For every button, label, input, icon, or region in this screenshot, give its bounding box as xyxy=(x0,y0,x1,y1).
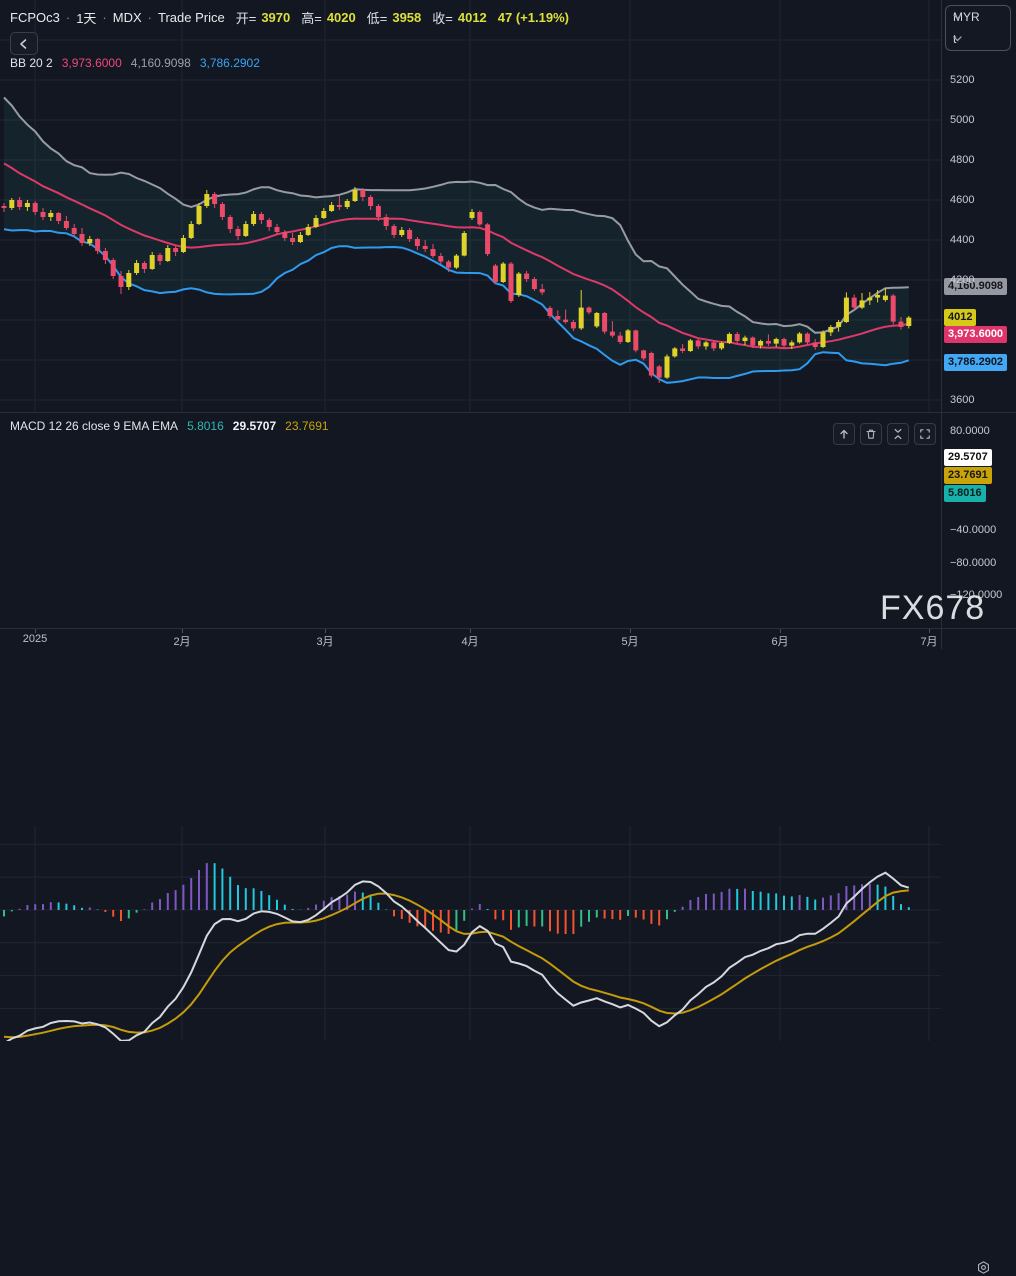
macd-tick-label: −80.0000 xyxy=(950,556,997,569)
price-tick-label: 5200 xyxy=(950,74,975,86)
time-axis-label: 6月 xyxy=(771,636,789,648)
macd-tick-label: 80.0000 xyxy=(950,425,990,438)
back-button[interactable] xyxy=(10,32,38,55)
last-price-badge: 4012 xyxy=(944,309,977,326)
close-label: 收= xyxy=(432,11,453,26)
gear-icon xyxy=(977,1261,989,1274)
separator: · xyxy=(147,10,152,25)
macd-hist-badge: 5.8016 xyxy=(944,485,986,502)
high-value: 4020 xyxy=(326,10,356,25)
interval[interactable]: 1天 xyxy=(76,8,96,27)
time-axis-label: 3月 xyxy=(316,636,334,648)
macd-chart-canvas[interactable] xyxy=(0,826,941,1041)
arrow-up-icon xyxy=(840,429,848,439)
macd-tick-label: −40.0000 xyxy=(950,523,997,536)
price-tick-label: 4800 xyxy=(950,154,975,166)
maximize-pane-button[interactable] xyxy=(914,423,936,445)
macd-line xyxy=(5,871,910,1041)
macd-legend-title: MACD 12 26 close 9 EMA EMA xyxy=(10,419,179,433)
change-value: 47 (+1.19%) xyxy=(497,10,569,25)
bollinger-legend-title: BB 20 2 xyxy=(10,56,53,70)
time-axis[interactable]: 2025 2月 3月 4月 5月 6月 7月 xyxy=(0,628,1016,1274)
macd-value-badge: 29.5707 xyxy=(944,449,992,466)
watermark: FX678 xyxy=(880,589,986,627)
chevron-down-icon xyxy=(953,36,962,42)
time-axis-label: 7月 xyxy=(920,636,938,648)
bollinger-upper-value: 4,160.9098 xyxy=(130,56,191,70)
bollinger-lower-value: 3,786.2902 xyxy=(199,56,260,70)
exchange: MDX xyxy=(112,10,142,25)
time-axis-label: 2月 xyxy=(173,636,191,648)
trash-icon xyxy=(866,429,876,439)
price-axis[interactable]: 4,160.9098 4012 3,973.6000 3,786.2902 29… xyxy=(942,0,1016,628)
symbol-name[interactable]: FCPOc3 xyxy=(10,10,60,25)
series-type: Trade Price xyxy=(158,10,225,25)
time-axis-label: 2025 xyxy=(22,633,48,645)
macd-signal-value: 23.7691 xyxy=(285,419,329,433)
macd-signal-badge: 23.7691 xyxy=(944,467,992,484)
collapse-icon xyxy=(894,428,902,440)
open-value: 3970 xyxy=(261,10,291,25)
chevron-left-icon xyxy=(20,38,27,49)
move-pane-up-button[interactable] xyxy=(833,423,855,445)
axis-settings-button[interactable] xyxy=(972,1259,994,1276)
price-tick-label: 3600 xyxy=(950,394,975,406)
bollinger-legend[interactable]: BB 20 2 3,973.6000 4,160.9098 3,786.2902 xyxy=(10,56,260,70)
time-axis-label: 5月 xyxy=(621,636,639,648)
price-tick-label: 5000 xyxy=(950,114,975,126)
open-label: 开= xyxy=(235,11,257,26)
currency-select[interactable]: MYR xyxy=(946,6,1010,28)
price-tick-label: 4200 xyxy=(950,274,975,286)
unit-selector: MYR t xyxy=(945,5,1011,51)
time-axis-label: 4月 xyxy=(461,636,479,648)
pane-divider[interactable] xyxy=(0,412,1016,413)
macd-legend[interactable]: MACD 12 26 close 9 EMA EMA 5.8016 29.570… xyxy=(10,419,329,433)
chevron-down-icon xyxy=(953,14,962,20)
symbol-header: FCPOc3 · 1天 · MDX · Trade Price 开= 3970 高… xyxy=(10,8,569,27)
collapse-pane-button[interactable] xyxy=(887,423,909,445)
bollinger-middle-value: 3,973.6000 xyxy=(61,56,122,70)
bb-lower-price-badge: 3,786.2902 xyxy=(944,354,1008,371)
delete-pane-button[interactable] xyxy=(860,423,882,445)
macd-pane[interactable] xyxy=(0,413,941,1041)
maximize-icon xyxy=(920,429,930,439)
macd-histogram-layer xyxy=(3,863,910,935)
bb-middle-price-badge: 3,973.6000 xyxy=(944,326,1008,343)
close-value: 4012 xyxy=(457,10,487,25)
macd-line-value: 29.5707 xyxy=(232,419,277,433)
price-tick-label: 4400 xyxy=(950,234,975,246)
macd-hist-value: 5.8016 xyxy=(187,419,224,433)
low-label: 低= xyxy=(366,11,388,26)
high-label: 高= xyxy=(301,11,322,26)
unit-select[interactable]: t xyxy=(946,28,1010,50)
price-tick-label: 4600 xyxy=(950,194,975,206)
macd-pane-toolbar xyxy=(833,423,936,445)
separator: · xyxy=(65,10,71,25)
separator: · xyxy=(102,10,107,25)
chart-app: FCPOc3 · 1天 · MDX · Trade Price 开= 3970 高… xyxy=(0,0,1016,1274)
low-value: 3958 xyxy=(392,10,422,25)
